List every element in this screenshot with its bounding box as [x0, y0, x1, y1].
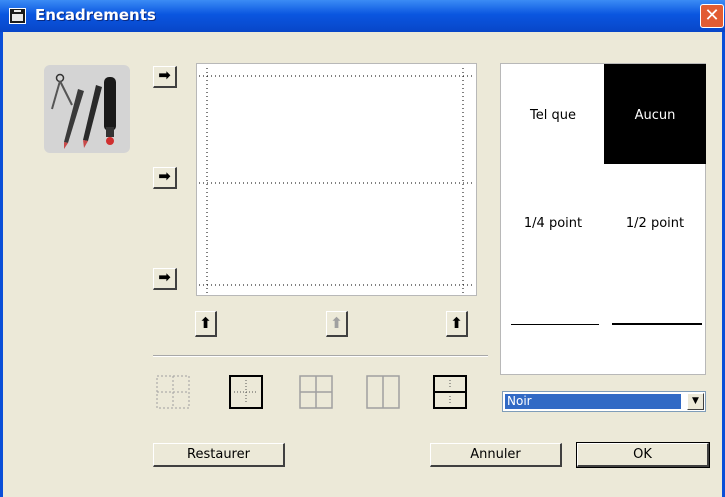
grid-border-icon[interactable] [298, 374, 334, 410]
apply-top-border-button[interactable]: ➡ [153, 66, 177, 88]
style-as-is[interactable]: Tel que [502, 64, 604, 164]
style-none[interactable]: Aucun [604, 64, 706, 164]
style-label: 1/4 point [523, 216, 583, 231]
drawing-tools-icon [44, 65, 130, 153]
vertical-split-border-icon[interactable] [365, 374, 401, 410]
apply-middle-border-button[interactable]: ➡ [153, 167, 177, 189]
color-select-value: Noir [505, 394, 681, 409]
borders-dialog: Encadrements ✕ ➡ ➡ ➡ ⬆ ⬆ ⬆ Tel que Aucun… [0, 0, 725, 497]
style-label: 1/2 point [625, 216, 685, 231]
chevron-down-icon[interactable]: ▼ [687, 393, 704, 410]
apply-bottom-border-button[interactable]: ➡ [153, 268, 177, 290]
apply-left-border-button[interactable]: ⬆ [195, 311, 217, 337]
separator [153, 355, 488, 357]
color-select[interactable]: Noir ▼ [502, 391, 706, 412]
window-title: Encadrements [35, 6, 156, 24]
close-button[interactable]: ✕ [700, 4, 724, 28]
thin-line-sample[interactable] [511, 324, 599, 325]
horizontal-split-border-icon[interactable] [432, 374, 468, 410]
medium-line-sample[interactable] [612, 323, 702, 325]
outside-border-icon[interactable] [228, 374, 264, 410]
title-bar[interactable]: Encadrements ✕ [0, 0, 725, 32]
style-quarter-point[interactable]: 1/4 point [502, 172, 604, 272]
style-label: Tel que [530, 108, 576, 123]
ok-button[interactable]: OK [576, 442, 710, 468]
window-frame-left [0, 32, 3, 497]
apply-right-border-button[interactable]: ⬆ [446, 311, 468, 337]
style-half-point[interactable]: 1/2 point [604, 172, 706, 272]
no-border-icon[interactable] [155, 374, 191, 410]
apply-center-border-button[interactable]: ⬆ [326, 311, 348, 337]
app-icon [9, 8, 26, 24]
cancel-button[interactable]: Annuler [430, 443, 562, 467]
border-preview[interactable] [196, 63, 477, 296]
style-label: Aucun [634, 108, 676, 123]
restore-button[interactable]: Restaurer [153, 443, 285, 467]
border-style-list: Tel que Aucun 1/4 point 1/2 point [500, 63, 706, 375]
